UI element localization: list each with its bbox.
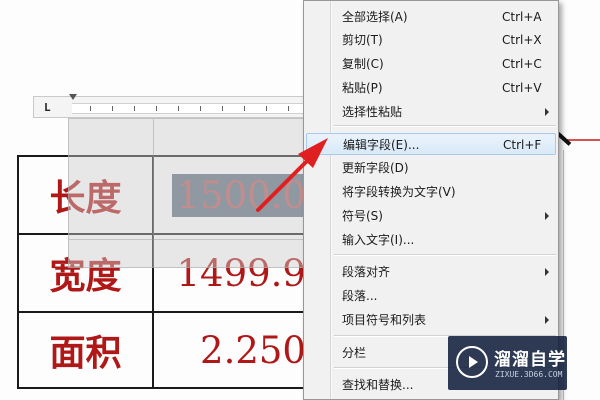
play-logo-icon — [456, 346, 488, 378]
annotation-arrow-shaft — [256, 155, 313, 212]
watermark-domain: ZIXUE.3D66.COM — [495, 370, 563, 379]
watermark-badge: 溜溜自学 ZIXUE.3D66.COM — [448, 336, 567, 390]
watermark-brand: 溜溜自学 — [494, 350, 566, 370]
